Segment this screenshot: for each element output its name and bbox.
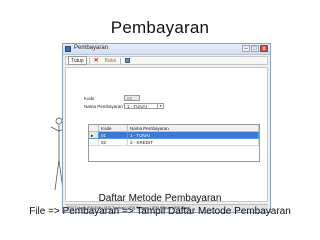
table-cell-kode: 01 (99, 132, 128, 139)
table-row[interactable]: ▸ 01 1 - TUNAI (89, 132, 259, 139)
column-header-marker (89, 125, 99, 132)
window-title: Pembayaran (74, 45, 109, 51)
toolbar: Tutup ✕ Batal (65, 56, 268, 65)
column-header-kode[interactable]: Kode (99, 125, 128, 132)
close-window-button[interactable]: x (260, 45, 268, 52)
nama-pembayaran-label: Nama Pembayaran (84, 104, 123, 109)
minimize-button[interactable]: – (242, 45, 250, 52)
nama-pembayaran-field[interactable]: 1 - TUNAI ▼ (124, 103, 164, 109)
chevron-down-icon[interactable]: ▼ (157, 104, 163, 108)
caption-line-2: File => Pembayaran => Tampil Daftar Meto… (29, 206, 291, 217)
window-controls: – □ x (242, 45, 268, 52)
kode-label: Kode (84, 96, 95, 101)
table-header: Kode Nama Pembayaran (89, 125, 259, 132)
title-bar: Pembayaran – □ x (63, 44, 270, 55)
row-selector-icon: ▸ (89, 132, 99, 139)
table-cell-nama: 2 - KREDIT (128, 139, 259, 146)
close-button[interactable]: Tutup (68, 56, 87, 65)
form-panel: Kode 03 Nama Pembayaran 1 - TUNAI ▼ Kode… (65, 67, 268, 202)
cancel-button-label: Batal (104, 57, 117, 64)
save-button[interactable] (123, 57, 132, 64)
row-selector (89, 139, 99, 146)
save-icon (125, 58, 131, 63)
toolbar-separator (88, 57, 90, 64)
app-window: Pembayaran – □ x Tutup ✕ Batal Kode 03 N… (62, 43, 271, 213)
app-icon (65, 46, 71, 52)
table-row[interactable]: 02 2 - KREDIT (89, 139, 259, 146)
stick-figure-icon (50, 117, 67, 191)
cancel-button[interactable]: Batal (103, 57, 118, 64)
nama-pembayaran-value: 1 - TUNAI (127, 104, 147, 109)
kode-field[interactable]: 03 (124, 95, 140, 101)
maximize-button[interactable]: □ (251, 45, 259, 52)
toolbar-separator (120, 57, 122, 64)
x-icon: ✕ (93, 57, 99, 64)
table-cell-kode: 02 (99, 139, 128, 146)
payment-methods-table[interactable]: Kode Nama Pembayaran ▸ 01 1 - TUNAI 02 2… (88, 124, 260, 162)
column-header-nama[interactable]: Nama Pembayaran (128, 125, 259, 132)
close-button-label: Tutup (71, 57, 84, 64)
caption-line-1: Daftar Metode Pembayaran (98, 193, 222, 204)
table-cell-nama: 1 - TUNAI (128, 132, 259, 139)
delete-button[interactable]: ✕ (92, 57, 101, 64)
